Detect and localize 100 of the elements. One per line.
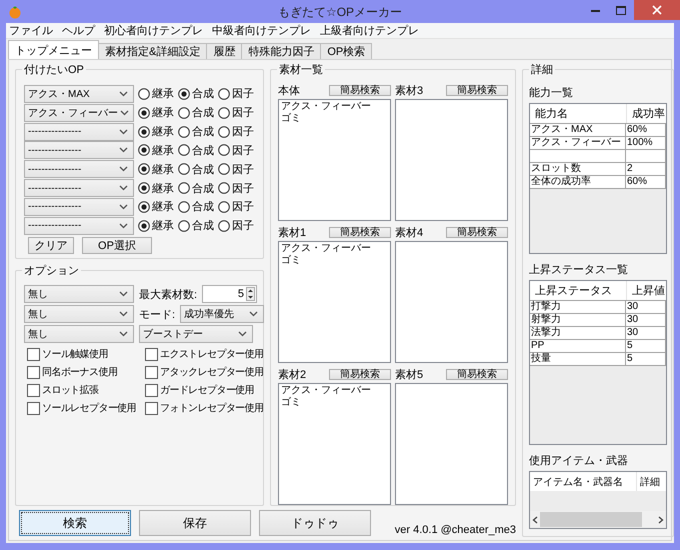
radio-option[interactable]: 因子 bbox=[218, 199, 254, 214]
column-header: 上昇値 bbox=[626, 281, 666, 300]
action-button[interactable]: ドゥドゥ bbox=[258, 510, 371, 536]
clear-button[interactable]: クリア bbox=[28, 237, 74, 254]
radio-option[interactable]: 継承 bbox=[138, 162, 174, 177]
menu-item[interactable]: ファイル bbox=[8, 23, 54, 38]
checkbox[interactable]: ソール触媒使用 bbox=[27, 347, 145, 361]
radio-option[interactable]: 継承 bbox=[138, 142, 174, 158]
quick-search-button[interactable]: 簡易検索 bbox=[446, 84, 508, 96]
radio-option[interactable]: 合成 bbox=[178, 218, 214, 234]
checkbox[interactable]: ソールレセプター使用 bbox=[27, 401, 145, 415]
checkbox[interactable]: フォトンレセプター使用 bbox=[145, 401, 264, 415]
section-title: 上昇ステータス一覧 bbox=[529, 263, 629, 277]
menu-item[interactable]: 初心者向けテンプレ bbox=[103, 23, 204, 38]
select-button[interactable]: OP選択 bbox=[82, 237, 152, 254]
field-label: 最大素材数: bbox=[139, 288, 198, 302]
radio-option[interactable]: 因子 bbox=[218, 86, 254, 102]
dropdown[interactable]: 成功率優先 bbox=[180, 305, 264, 323]
list-box[interactable]: アクス・フィーバー ゴミ bbox=[278, 99, 391, 221]
table-cell: アクス・フィーバー bbox=[530, 137, 626, 150]
list-box[interactable]: アクス・フィーバー ゴミ bbox=[278, 383, 391, 505]
column-header: アイテム名・武器名 bbox=[530, 472, 636, 491]
table-cell: 30 bbox=[626, 314, 666, 327]
menu-item[interactable]: 上級者向けテンプレ bbox=[319, 23, 420, 38]
list-item[interactable]: ゴミ bbox=[281, 397, 388, 409]
list-item[interactable]: アクス・フィーバー bbox=[281, 385, 388, 397]
radio-option[interactable]: 継承 bbox=[138, 124, 174, 140]
table-cell: 射撃力 bbox=[530, 314, 626, 327]
column-header: 成功率 bbox=[626, 104, 666, 123]
list-box[interactable]: アクス・フィーバー ゴミ bbox=[278, 241, 391, 363]
list-item[interactable]: ゴミ bbox=[281, 255, 388, 267]
dropdown[interactable]: 無し bbox=[24, 325, 134, 343]
action-button[interactable]: 保存 bbox=[138, 510, 251, 536]
checkbox[interactable]: エクストレセプター使用 bbox=[145, 347, 264, 361]
menu-item[interactable]: ヘルプ bbox=[61, 23, 96, 38]
panel-label: 本体 bbox=[278, 84, 300, 98]
radio-option[interactable]: 継承 bbox=[138, 218, 174, 234]
radio-option[interactable]: 継承 bbox=[138, 180, 174, 196]
panel-label: 素材1 bbox=[278, 226, 306, 240]
list-item[interactable]: アクス・フィーバー bbox=[281, 101, 388, 113]
list-item[interactable]: ゴミ bbox=[281, 113, 388, 125]
dropdown[interactable]: ---------------- bbox=[24, 160, 134, 178]
table-cell: 2 bbox=[626, 163, 666, 176]
checkbox[interactable]: 同名ボーナス使用 bbox=[27, 365, 145, 379]
action-button[interactable]: 検索 bbox=[19, 510, 131, 536]
dropdown[interactable]: ---------------- bbox=[24, 216, 134, 235]
radio-option[interactable]: 因子 bbox=[218, 124, 254, 140]
menu-item[interactable]: 中級者向けテンプレ bbox=[211, 23, 312, 38]
radio-option[interactable]: 合成 bbox=[178, 86, 214, 102]
quick-search-button[interactable]: 簡易検索 bbox=[329, 226, 391, 238]
radio-option[interactable]: 合成 bbox=[178, 199, 214, 214]
checkbox[interactable]: スロット拡張 bbox=[27, 383, 145, 397]
table-cell: 全体の成功率 bbox=[530, 176, 626, 189]
list-item[interactable]: アクス・フィーバー bbox=[281, 243, 388, 255]
radio-option[interactable]: 合成 bbox=[178, 105, 214, 120]
field-label: モード: bbox=[139, 308, 176, 322]
checkbox[interactable]: アタックレセプター使用 bbox=[145, 365, 264, 379]
column-header: 詳細 bbox=[636, 472, 666, 491]
dropdown[interactable]: ---------------- bbox=[24, 122, 134, 141]
radio-option[interactable]: 合成 bbox=[178, 162, 214, 177]
tab[interactable]: OP検索 bbox=[320, 43, 372, 59]
tab[interactable]: 履歴 bbox=[206, 43, 242, 59]
table-cell: 5 bbox=[626, 353, 666, 366]
dropdown[interactable]: ブーストデー bbox=[139, 325, 253, 343]
table-cell: 法撃力 bbox=[530, 327, 626, 340]
dropdown[interactable]: 無し bbox=[24, 305, 134, 323]
radio-option[interactable]: 継承 bbox=[138, 86, 174, 102]
radio-option[interactable]: 継承 bbox=[138, 199, 174, 214]
quick-search-button[interactable]: 簡易検索 bbox=[446, 226, 508, 238]
quick-search-button[interactable]: 簡易検索 bbox=[329, 84, 391, 96]
radio-option[interactable]: 因子 bbox=[218, 105, 254, 120]
panel-label: 素材3 bbox=[395, 84, 424, 98]
tab[interactable]: トップメニュー bbox=[8, 40, 99, 59]
quick-search-button[interactable]: 簡易検索 bbox=[446, 368, 508, 380]
tab[interactable]: 素材指定&詳細設定 bbox=[98, 43, 208, 59]
radio-option[interactable]: 合成 bbox=[178, 124, 214, 140]
radio-option[interactable]: 因子 bbox=[218, 142, 254, 158]
version-text: ver 4.0.1 @cheater_me3 bbox=[394, 524, 516, 536]
dropdown[interactable]: ---------------- bbox=[24, 141, 134, 160]
radio-option[interactable]: 合成 bbox=[178, 142, 214, 158]
dropdown[interactable]: アクス・MAX bbox=[24, 84, 134, 103]
section-title: 能力一覧 bbox=[529, 86, 574, 100]
dropdown[interactable]: 無し bbox=[24, 285, 134, 303]
number-field[interactable]: 5 bbox=[202, 285, 257, 303]
group-title: 素材一覧 bbox=[278, 62, 324, 77]
dropdown[interactable]: アクス・フィーバー bbox=[24, 104, 134, 122]
dropdown[interactable]: ---------------- bbox=[24, 198, 134, 216]
tab[interactable]: 特殊能力因子 bbox=[241, 43, 322, 59]
table-cell: 100% bbox=[626, 137, 666, 150]
radio-option[interactable]: 継承 bbox=[138, 105, 174, 120]
radio-option[interactable]: 因子 bbox=[218, 180, 254, 196]
radio-option[interactable]: 因子 bbox=[218, 218, 254, 234]
radio-option[interactable]: 合成 bbox=[178, 180, 214, 196]
group-title: 付けたいOP bbox=[23, 63, 85, 77]
panel-label: 素材4 bbox=[395, 226, 424, 240]
checkbox[interactable]: ガードレセプター使用 bbox=[145, 383, 264, 397]
table-cell: 60% bbox=[626, 176, 666, 189]
quick-search-button[interactable]: 簡易検索 bbox=[329, 368, 391, 380]
dropdown[interactable]: ---------------- bbox=[24, 179, 134, 197]
radio-option[interactable]: 因子 bbox=[218, 162, 254, 177]
